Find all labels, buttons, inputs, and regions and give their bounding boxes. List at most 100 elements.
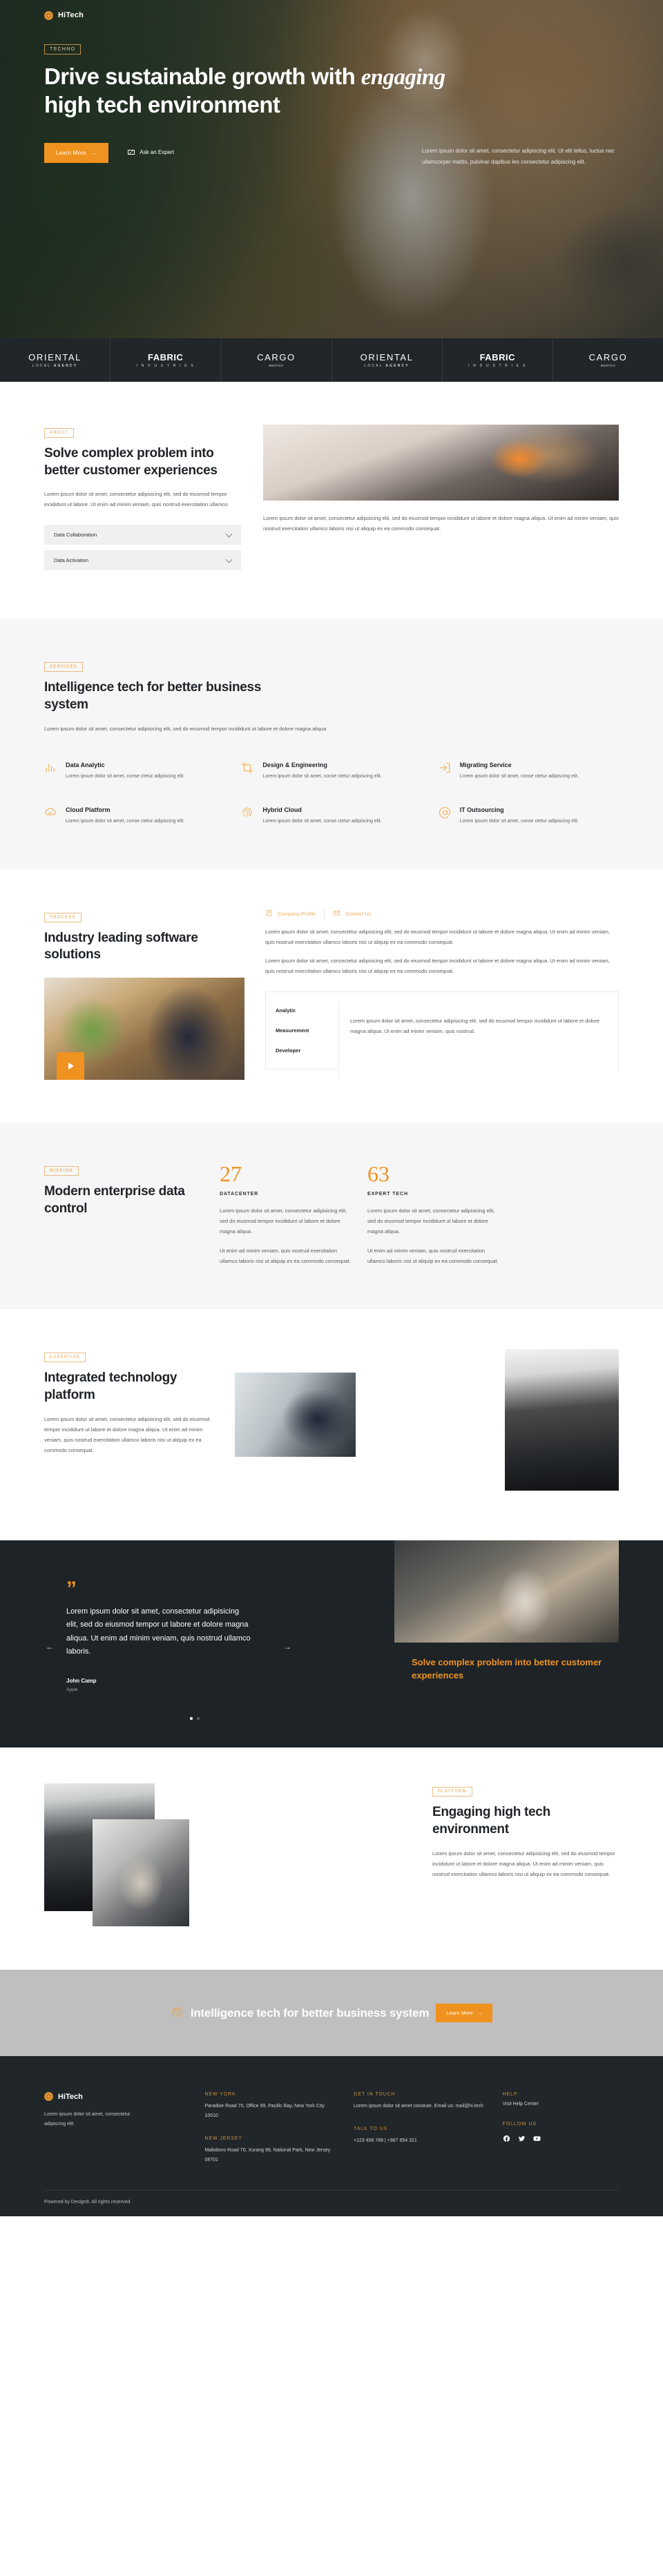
service-card-it-outsourcing[interactable]: IT Outsourcing Lorem ipsum dolor sit ame… <box>439 806 619 826</box>
footer-copyright: Powered by Design8. All rights reserved. <box>44 2200 132 2205</box>
footer-brand-name: HiTech <box>58 2092 83 2101</box>
company-profile-link[interactable]: Company Profile <box>265 909 316 918</box>
client-logo-fabric-1[interactable]: FABRIC I N D U S T R I E S <box>110 338 222 382</box>
client-logo-oriental-1[interactable]: ORIENTAL LOCAL AGENCY <box>0 338 111 382</box>
footer-heading: NEW YORK <box>204 2092 236 2098</box>
tab-developer[interactable]: Developer <box>266 1040 338 1061</box>
footer-column-contact: GET IN TOUCH Lorem ipsum dolor sit amet … <box>354 2092 488 2165</box>
stat-paragraph-1: Lorem ipsum dolor sit amet, consectetur … <box>220 1208 347 1235</box>
logo-sub-text: metrics <box>600 363 616 368</box>
carousel-dot-1[interactable] <box>190 1717 193 1721</box>
footer-block-get-in-touch: GET IN TOUCH Lorem ipsum dolor sit amet … <box>354 2092 488 2111</box>
process-links: Company Profile Contact Us <box>265 909 619 918</box>
accordion-item-data-collaboration[interactable]: Data Collaboration <box>44 525 241 545</box>
link-divider <box>324 909 325 918</box>
footer-brand[interactable]: HiTech <box>44 2092 189 2102</box>
hero-eyebrow: TECHNO <box>44 44 81 55</box>
brand-logo[interactable]: HiTech <box>44 10 84 20</box>
contact-us-label: Contact Us <box>345 910 372 917</box>
services-section: SERVICES Intelligence tech for better bu… <box>0 619 663 869</box>
tab-panel: Lorem ipsum dolor sit amet, consectetur … <box>338 1001 618 1078</box>
service-desc: Lorem ipsum dolor sit amet, conse ctetur… <box>459 773 579 779</box>
footer-block-new-jersey: NEW JERSEY Malioboro Road 70, Xurang 99,… <box>204 2136 338 2165</box>
arrow-left-icon[interactable]: ← <box>46 1642 54 1652</box>
service-desc: Lorem ipsum dolor sit amet, conse ctetur… <box>262 818 382 824</box>
twitter-icon[interactable] <box>518 2133 526 2142</box>
expertise-title: Integrated technology platform <box>44 1371 177 1402</box>
facebook-icon[interactable] <box>503 2133 510 2142</box>
service-card-design-engineering[interactable]: Design & Engineering Lorem ipsum dolor s… <box>241 762 421 782</box>
stat-card-expert-tech: 63 EXPERT TECH Lorem ipsum dolor sit ame… <box>367 1163 499 1266</box>
client-logo-cargo-2[interactable]: CARGO metrics <box>553 338 663 382</box>
tab-analytic[interactable]: Analytic <box>266 1000 338 1020</box>
tab-measurement[interactable]: Measurement <box>266 1020 338 1040</box>
cta-learn-more-button[interactable]: Learn More → <box>436 2004 493 2023</box>
expertise-section: EXPERTISE Integrated technology platform… <box>0 1309 663 1541</box>
logo-main-text: CARGO <box>257 351 296 362</box>
footer-block-follow-us: FOLLOW US <box>503 2122 619 2142</box>
ask-an-expert-label: Ask an Expert <box>140 148 175 155</box>
service-title: IT Outsourcing <box>459 806 504 813</box>
carousel-dot-2[interactable] <box>197 1717 200 1721</box>
services-lead: Lorem ipsum dolor sit amet, consectetur … <box>44 725 327 732</box>
fingerprint-icon <box>171 2005 184 2021</box>
about-image <box>263 425 619 501</box>
accordion-item-data-activation[interactable]: Data Activation <box>44 550 241 571</box>
platform-section: PLATFORM Engaging high tech environment … <box>0 1747 663 1970</box>
stat-label: DATACENTER <box>220 1192 259 1197</box>
footer-text: Paradise Road 70, Office 99, Pacific Bay… <box>204 2104 325 2119</box>
about-right-body: Lorem ipsum dolor sit amet, consectetur … <box>263 515 619 532</box>
footer-about-text: Lorem ipsum dolor sit amet, consectetur … <box>44 2112 131 2127</box>
stat-number: 63 <box>367 1161 390 1187</box>
logo-sub-text: metrics <box>269 363 284 368</box>
footer-block-help: HELP Visit Help Center <box>503 2092 619 2107</box>
hero-learn-more-button[interactable]: Learn More → <box>44 142 109 163</box>
logo-main-text: CARGO <box>588 351 628 362</box>
footer-heading: TALK TO US <box>354 2127 388 2132</box>
process-paragraph-1: Lorem ipsum dolor sit amet, consectetur … <box>265 928 610 945</box>
process-title: Industry leading software solutions <box>44 930 198 962</box>
hero-title-emphasis: engaging <box>361 65 445 90</box>
stat-paragraph-1: Lorem ipsum dolor sit amet, consectetur … <box>367 1208 495 1235</box>
play-button[interactable] <box>57 1052 84 1081</box>
about-eyebrow: ABOUT <box>44 428 74 438</box>
client-logo-cargo-1[interactable]: CARGO metrics <box>221 338 332 382</box>
testimonial-cta-title: Solve complex problem into better custom… <box>412 1657 602 1681</box>
footer-heading: HELP <box>502 2092 518 2098</box>
hero-note: Lorem ipsum dolor sit amet, consectetur … <box>422 147 615 165</box>
service-card-hybrid-cloud[interactable]: Hybrid Cloud Lorem ipsum dolor sit amet,… <box>241 806 421 826</box>
logo-main-text: ORIENTAL <box>28 351 82 362</box>
about-section: ABOUT Solve complex problem into better … <box>0 382 663 619</box>
service-title: Data Analytic <box>66 761 105 768</box>
ask-an-expert-link[interactable]: Ask an Expert <box>128 149 174 155</box>
testimonial-author: John Camp <box>66 1678 97 1685</box>
service-title: Design & Engineering <box>262 761 327 768</box>
fingerprint-icon <box>241 806 253 819</box>
contact-us-link[interactable]: Contact Us <box>333 909 372 918</box>
about-accordion: Data Collaboration Data Activation <box>44 525 241 571</box>
service-card-cloud-platform[interactable]: Cloud Platform Lorem ipsum dolor sit ame… <box>44 806 224 826</box>
client-logo-fabric-2[interactable]: FABRIC I N D U S T R I E S <box>443 338 553 382</box>
top-navbar: HiTech <box>44 0 619 23</box>
footer-text: +123 456 789 | +987 654 321 <box>354 2138 417 2144</box>
cta-band-text: Intelligence tech for better business sy… <box>190 2006 430 2020</box>
chevron-down-icon <box>225 556 233 563</box>
cta-learn-more-label: Learn More <box>446 2010 473 2017</box>
hero-section: HiTech TECHNO Drive sustainable growth w… <box>0 0 663 338</box>
hero-title-part1: Drive sustainable growth with <box>44 64 361 89</box>
site-footer: HiTech Lorem ipsum dolor sit amet, conse… <box>0 2056 663 2217</box>
brand-name: HiTech <box>58 11 84 19</box>
accordion-label: Data Activation <box>54 557 89 564</box>
logo-sub-text: LOCAL AGENCY <box>364 363 410 368</box>
service-desc: Lorem ipsum dolor sit amet, conse ctetur… <box>459 818 579 824</box>
company-profile-label: Company Profile <box>278 910 316 917</box>
at-sign-icon <box>439 806 451 819</box>
expertise-image-vr-headset <box>235 1373 356 1458</box>
arrow-right-icon[interactable]: → <box>283 1642 291 1652</box>
help-center-link[interactable]: Visit Help Center <box>503 2102 619 2107</box>
service-card-data-analytic[interactable]: Data Analytic Lorem ipsum dolor sit amet… <box>44 762 224 782</box>
youtube-icon[interactable] <box>533 2133 541 2141</box>
service-card-migrating-service[interactable]: Migrating Service Lorem ipsum dolor sit … <box>439 762 619 782</box>
footer-text: Lorem ipsum dolor sit amet constute. Ema… <box>354 2104 484 2109</box>
client-logo-oriental-2[interactable]: ORIENTAL LOCAL AGENCY <box>332 338 443 382</box>
